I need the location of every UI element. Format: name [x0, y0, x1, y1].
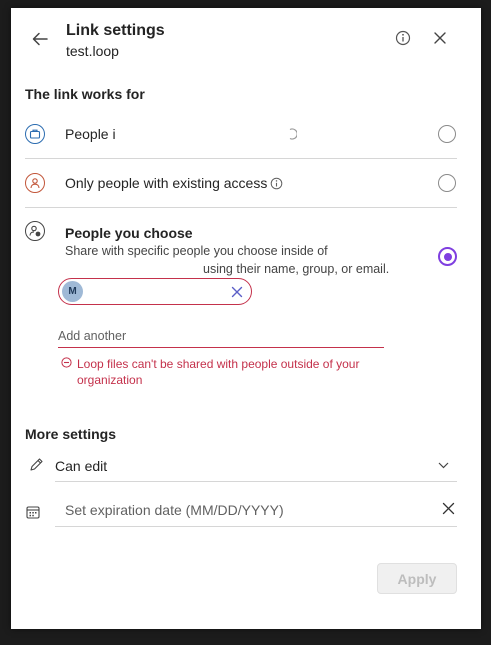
expiration-date-input[interactable]: [65, 499, 395, 521]
option-description-line1: Share with specific people you choose in…: [65, 244, 328, 258]
radio-people-you-choose[interactable]: [438, 247, 457, 266]
calendar-icon: [26, 506, 40, 519]
pencil-icon: [30, 458, 43, 471]
chevron-down-icon: [438, 462, 449, 469]
permission-value: Can edit: [55, 458, 108, 474]
page-title: Link settings: [66, 22, 165, 39]
recipient-chip[interactable]: M: [58, 278, 252, 305]
remove-recipient-icon[interactable]: [231, 286, 243, 298]
close-icon[interactable]: [433, 31, 447, 45]
error-icon: [61, 357, 72, 368]
divider: [55, 481, 457, 482]
avatar: M: [62, 281, 83, 302]
add-another-input[interactable]: [58, 324, 384, 348]
permission-dropdown[interactable]: Can edit: [25, 450, 457, 480]
option-people-you-choose[interactable]: People you choose Share with specific pe…: [11, 214, 481, 276]
clear-date-icon[interactable]: [442, 502, 455, 515]
option-people-in-org[interactable]: People i: [11, 116, 481, 158]
divider: [25, 207, 457, 208]
link-settings-panel: Link settings test.loop The link works f…: [11, 8, 481, 629]
file-name: test.loop: [66, 43, 119, 59]
briefcase-icon: [25, 124, 45, 144]
option-label: People you choose: [65, 225, 193, 241]
link-works-for-heading: The link works for: [25, 86, 145, 102]
person-icon: [25, 173, 45, 193]
more-settings-heading: More settings: [25, 426, 117, 442]
divider: [25, 158, 457, 159]
divider: [55, 526, 457, 527]
error-message-line2: organization: [77, 373, 143, 387]
apply-button[interactable]: Apply: [377, 563, 457, 594]
people-settings-icon: [25, 221, 45, 241]
option-label: Only people with existing access: [65, 175, 268, 191]
radio-people-in-org[interactable]: [438, 125, 456, 143]
info-icon[interactable]: [270, 177, 283, 190]
info-icon[interactable]: [395, 30, 411, 46]
loading-spinner-icon: [289, 128, 297, 140]
option-label: People i: [65, 126, 116, 142]
error-message-line1: Loop files can't be shared with people o…: [77, 357, 360, 371]
option-existing-access[interactable]: Only people with existing access: [11, 165, 481, 207]
radio-existing-access[interactable]: [438, 174, 456, 192]
option-description-line2: using their name, group, or email.: [203, 262, 390, 276]
arrow-left-icon[interactable]: [31, 30, 49, 48]
